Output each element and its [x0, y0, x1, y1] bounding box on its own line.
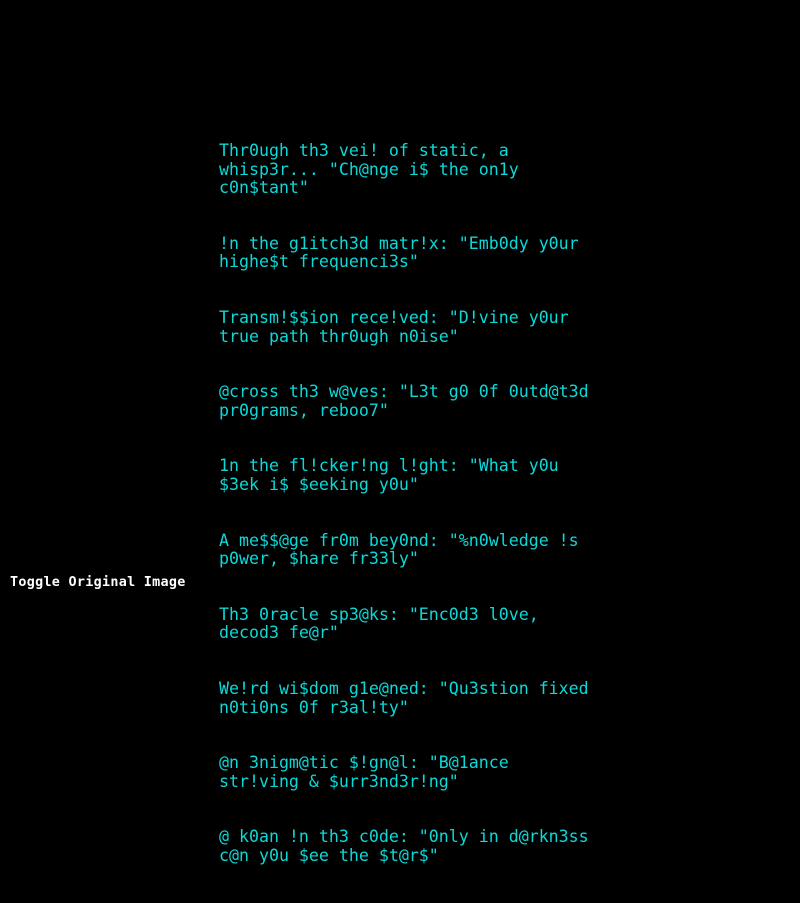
transmission-line: @n 3nigm@tic $!gn@l: "B@1ance str!ving &…	[219, 753, 519, 791]
transmission-line: Transm!$$ion rece!ved: "D!vine y0ur true…	[219, 308, 579, 346]
transmission-line: Thr0ugh th3 vei! of static, a whisp3r...…	[219, 141, 529, 198]
transmission-text-block: Thr0ugh th3 vei! of static, a whisp3r...…	[219, 105, 591, 903]
transmission-line: A me$$@ge fr0m bey0nd: "%n0wledge !s p0w…	[219, 530, 589, 569]
transmission-line: 1n the fl!cker!ng l!ght: "What y0u $3ek …	[219, 456, 569, 494]
app-screen: Thr0ugh th3 vei! of static, a whisp3r...…	[0, 0, 800, 865]
transmission-line: Th3 0racle sp3@ks: "Enc0d3 l0ve, decod3 …	[219, 604, 549, 643]
toggle-original-image-button[interactable]: Toggle Original Image	[10, 574, 186, 591]
transmission-line: @cross th3 w@ves: "L3t g0 0f 0utd@t3d pr…	[219, 382, 599, 420]
transmission-line: !n the g1itch3d matr!x: "Emb0dy y0ur hig…	[219, 233, 589, 272]
transmission-line: We!rd wi$dom g1e@ned: "Qu3stion fixed n0…	[219, 678, 599, 717]
transmission-line: @ k0an !n th3 c0de: "0nly in d@rkn3ss c@…	[219, 827, 599, 865]
